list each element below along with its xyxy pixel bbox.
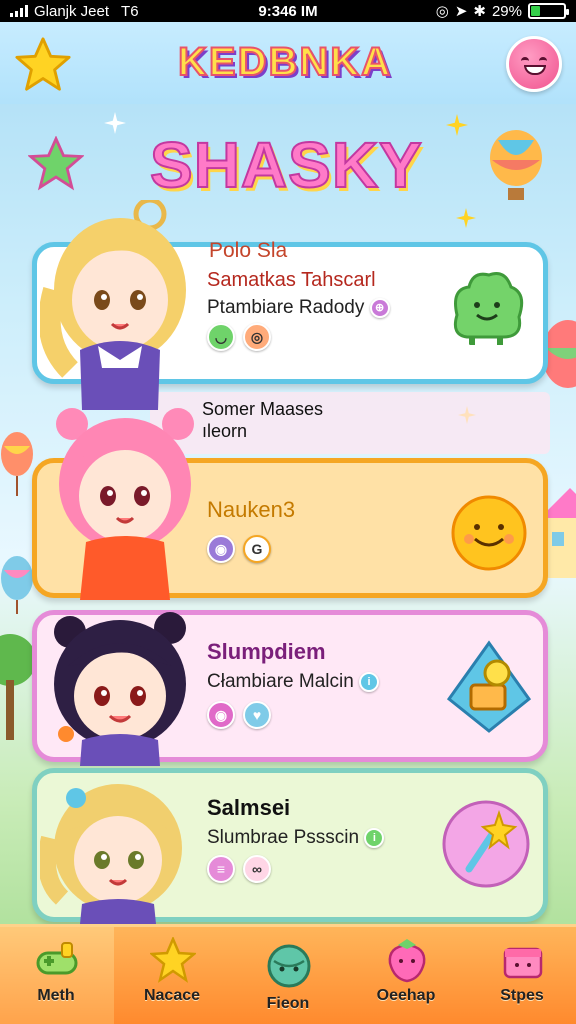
skill-badges: ◉ G [207, 535, 271, 563]
gamepad-icon [36, 942, 78, 975]
leaf-badge-icon: ◡ [207, 323, 235, 351]
subtitle-text: Ptambiare Radody [207, 297, 365, 318]
balloon-icon [490, 130, 542, 200]
sparkle-icon [456, 208, 476, 228]
subtitle-text: Cłambiare Malcin [207, 671, 354, 692]
banner-text: Somer Maases ıleorn [202, 398, 323, 442]
subtitle-text: Slumbrae Pssscin [207, 827, 360, 848]
bottom-nav: Meth Nacace Fieon Oeehap Stpes [0, 924, 576, 1024]
character-portrait-blonde [40, 200, 186, 410]
nav-item-meth[interactable]: Meth [6, 927, 106, 1024]
shell-badge-icon: ∞ [243, 855, 271, 883]
page-title: SHASKY [149, 128, 423, 202]
header: KEDBNKA [0, 22, 576, 104]
card-header: Polo Sla [209, 239, 288, 262]
sparkle-icon [104, 112, 126, 134]
nav-item-oeehap[interactable]: Oeehap [356, 927, 456, 1024]
character-name: Samatkas Tahscarl [207, 269, 376, 291]
star-icon[interactable] [14, 36, 72, 94]
character-name: Slumpdiem [207, 639, 326, 664]
character-name: Salmsei [207, 795, 291, 820]
nav-label: Oeehap [376, 987, 436, 1004]
banner-line1: Somer Maases [202, 399, 324, 419]
nav-item-fieon[interactable]: Fieon [238, 927, 338, 1024]
smiley-sun-icon [451, 495, 527, 571]
character-subtitle: Slumbrae Pssscin i [207, 827, 385, 849]
balloon-icon [1, 432, 33, 496]
planet-icon [267, 944, 311, 988]
location-icon: ➤ [454, 3, 468, 20]
character-portrait-pink [56, 408, 194, 600]
info-badge-icon: i [359, 671, 380, 692]
character-portrait-dark [54, 612, 186, 766]
info-badge-icon: i [364, 827, 385, 848]
green-blob-icon [453, 272, 524, 345]
orb-badge-icon: ◉ [207, 535, 235, 563]
strawberry-icon [388, 939, 426, 983]
nav-label: Nacace [143, 987, 201, 1004]
magic-wand-icon [442, 800, 530, 888]
nav-label: Fieon [266, 995, 310, 1012]
battery-icon [528, 3, 569, 19]
nav-item-nacace[interactable]: Nacace [122, 927, 222, 1024]
battery-percent: 29% [491, 2, 522, 20]
key-crystal-icon [446, 640, 532, 733]
nav-item-stpes[interactable]: Stpes [472, 927, 572, 1024]
character-portrait-blonde-pigtails [40, 784, 182, 924]
letter-badge: G [243, 535, 271, 563]
sparkle-icon [446, 114, 468, 136]
nav-label: Meth [37, 987, 75, 1004]
character-subtitle: Ptambiare Radody ⊕ [207, 297, 390, 319]
character-name: Nauken3 [207, 497, 296, 522]
bluetooth-icon: ✱ [473, 3, 486, 20]
face-badge-icon: ≡ [207, 855, 235, 883]
skill-badges: ◡ ◎ [207, 323, 271, 351]
orb-badge-icon: ◉ [207, 701, 235, 729]
character-subtitle: Cłambiare Malcin i [207, 671, 380, 693]
status-bar: Glanjk Jeet T6 9:346 IM ◎ ➤ ✱ 29% [0, 0, 576, 22]
green-star-icon [28, 136, 84, 191]
skill-badges: ≡ ∞ [207, 855, 271, 883]
banner-line2: ıleorn [202, 421, 248, 441]
alarm-icon: ◎ [435, 3, 449, 20]
skill-badges: ◉ ♥ [207, 701, 271, 729]
target-badge-icon: ◎ [243, 323, 271, 351]
star-icon [150, 937, 196, 983]
info-badge-icon: ⊕ [369, 297, 390, 318]
app-logo: KEDBNKA [177, 39, 392, 85]
tree-icon [0, 634, 34, 740]
smiley-face-icon[interactable] [506, 36, 562, 92]
balloon-icon [1, 556, 33, 614]
heart-badge-icon: ♥ [243, 701, 271, 729]
gift-box-icon [503, 947, 543, 979]
nav-label: Stpes [500, 987, 544, 1004]
